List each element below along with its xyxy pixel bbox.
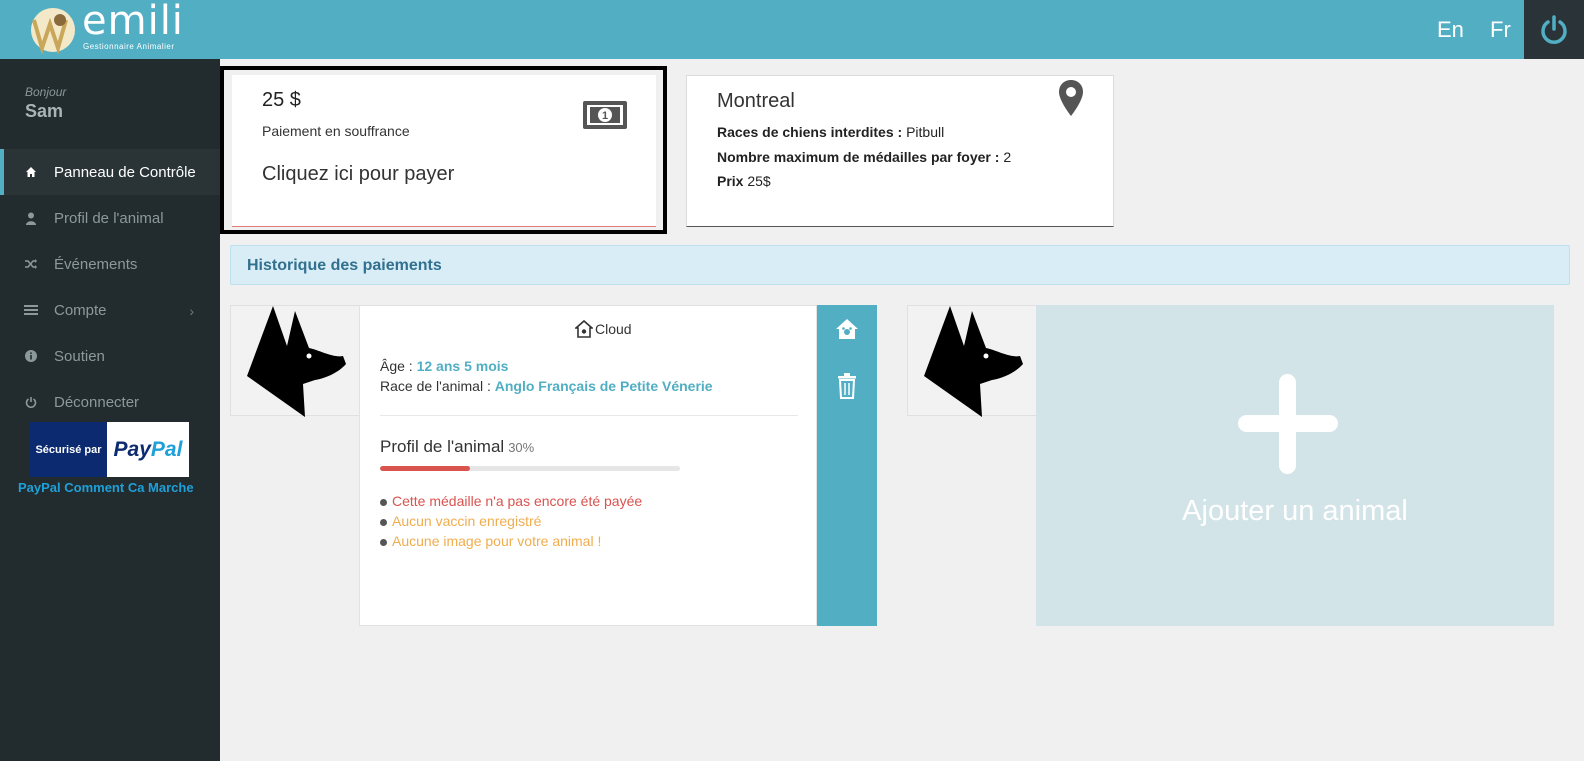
lang-fr-link[interactable]: Fr [1490,17,1511,43]
profile-completion-title: Profil de l'animal 30% [380,437,535,456]
location-pin-icon [1059,80,1083,116]
animal-name: Cloud [575,320,632,338]
max-medals: Nombre maximum de médailles par foyer : … [717,149,1012,165]
city-name: Montreal [717,90,795,112]
shuffle-icon [24,257,38,271]
logo-mark-icon [31,8,75,54]
animal-breed: Race de l'animal : Anglo Français de Pet… [380,378,713,394]
sidebar-item-label: Déconnecter [54,393,140,411]
dog-silhouette-icon [247,306,346,417]
money-icon: 1 [583,101,627,129]
payment-status: Paiement en souffrance [262,123,410,139]
payment-amount: 25 $ [262,89,301,111]
lang-en-link[interactable]: En [1437,17,1464,43]
sidebar-item-animal-profile[interactable]: Profil de l'animal [0,195,220,241]
paypal-help-link[interactable]: PayPal Comment Ca Marche [18,480,194,495]
power-icon [1541,14,1567,44]
svg-text:1: 1 [602,110,608,122]
new-animal-avatar [907,305,1039,417]
sidebar-item-label: Soutien [54,347,105,365]
pay-now-link[interactable]: Cliquez ici pour payer [262,163,454,186]
medal-price: Prix 25$ [717,173,771,189]
add-animal-label: Ajouter un animal [1182,495,1408,527]
sidebar-item-label: Panneau de Contrôle [54,163,196,181]
payment-history-title[interactable]: Historique des paiements [247,257,442,275]
logo-subtitle: Gestionnaire Animalier [83,42,175,51]
sidebar: Bonjour Sam Panneau de Contrôle Profil d… [0,59,220,761]
doghouse-icon [575,320,593,338]
sidebar-item-account[interactable]: Compte › [0,287,220,333]
city-info-card: Montreal Races de chiens interdites : Pi… [686,75,1114,227]
dog-silhouette-icon [924,306,1023,417]
animal-age: Âge : 12 ans 5 mois [380,358,509,374]
list-icon [24,303,38,317]
paypal-badge[interactable]: Sécurisé par Pay Pal [30,422,189,477]
payment-history-panel[interactable]: Historique des paiements [230,245,1570,285]
sidebar-nav: Panneau de Contrôle Profil de l'animal É… [0,149,220,425]
info-icon [24,349,38,363]
bullet-icon [380,539,387,546]
paypal-secured-text: Sécurisé par [30,422,107,477]
divider [380,415,798,416]
logo[interactable]: emili Gestionnaire Animalier [28,0,198,56]
chevron-right-icon: › [189,303,194,319]
animal-avatar[interactable] [230,305,362,417]
profile-progress-bar [380,466,680,471]
home-icon [24,165,38,179]
warning-unpaid-medal: Cette médaille n'a pas encore été payée [380,493,642,509]
logo-text: emili [82,0,184,44]
greeting: Bonjour [25,85,67,99]
payment-card[interactable]: 25 $ Paiement en souffrance Cliquez ici … [232,75,656,227]
sidebar-item-label: Événements [54,255,138,273]
animal-card: Cloud Âge : 12 ans 5 mois Race de l'anim… [359,305,817,626]
user-icon [24,211,38,225]
banned-breeds: Races de chiens interdites : Pitbull [717,124,945,140]
top-bar: emili Gestionnaire Animalier En Fr [0,0,1584,59]
paypal-logo: Pay Pal [107,422,189,477]
doghouse-button[interactable] [835,317,859,341]
warning-no-vaccine: Aucun vaccin enregistré [380,513,541,529]
sidebar-item-logout[interactable]: Déconnecter [0,379,220,425]
sidebar-item-events[interactable]: Événements [0,241,220,287]
sidebar-item-dashboard[interactable]: Panneau de Contrôle [0,149,220,195]
sidebar-item-label: Compte [54,301,107,319]
power-icon [24,395,38,409]
warning-no-image: Aucune image pour votre animal ! [380,533,601,549]
add-animal-button[interactable]: Ajouter un animal [1036,305,1554,626]
sidebar-item-support[interactable]: Soutien [0,333,220,379]
sidebar-item-label: Profil de l'animal [54,209,164,227]
plus-icon-horizontal [1238,415,1338,432]
bullet-icon [380,499,387,506]
logout-button[interactable] [1524,0,1584,59]
profile-progress-fill [380,466,470,471]
animal-actions [817,305,877,626]
trash-button[interactable] [837,373,857,399]
bullet-icon [380,519,387,526]
user-name: Sam [25,101,64,121]
